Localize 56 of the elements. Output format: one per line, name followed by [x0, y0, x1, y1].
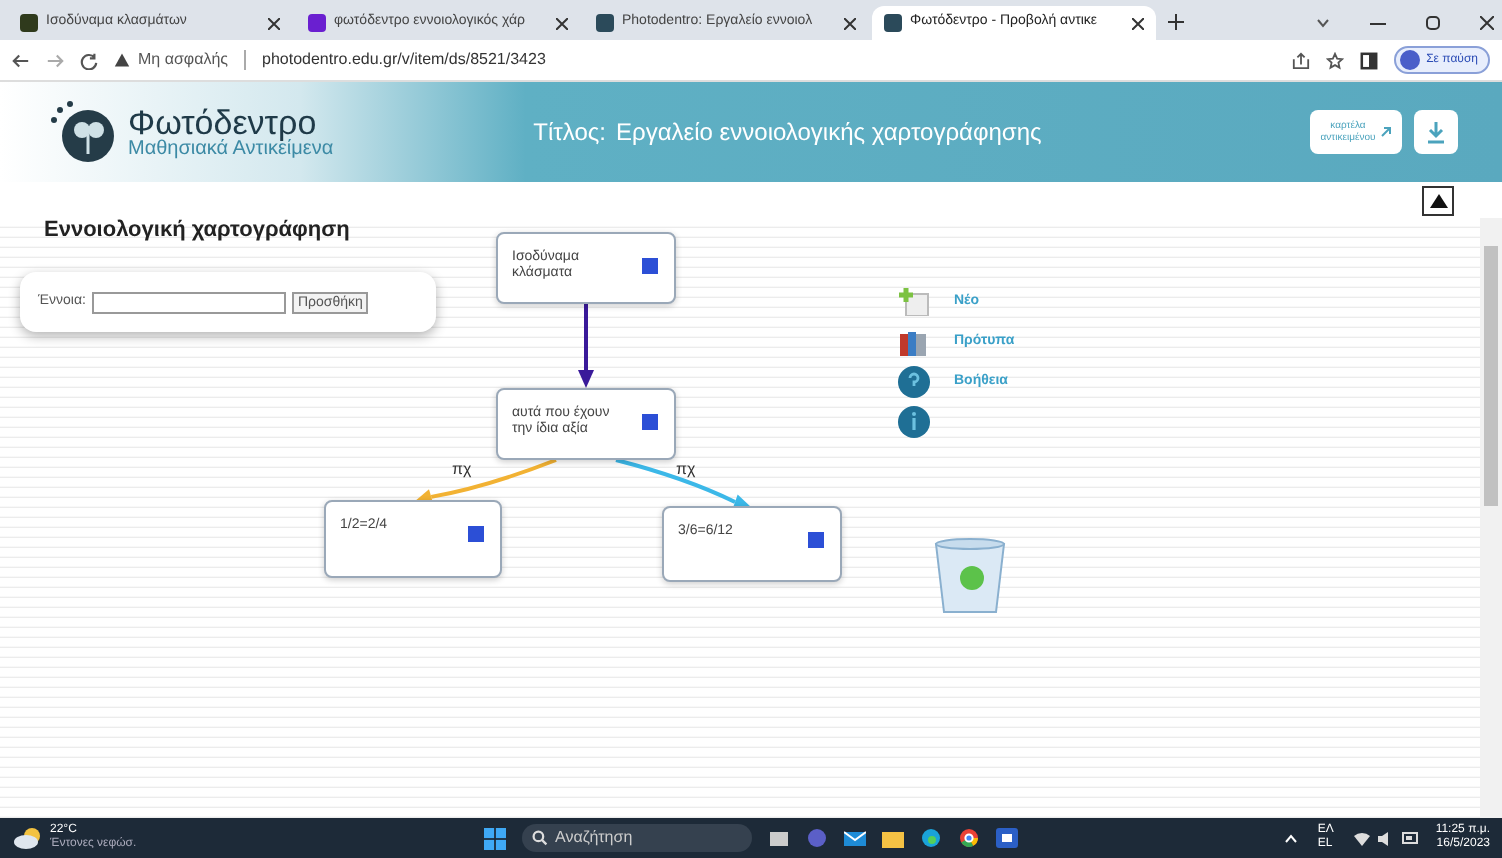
concept-field[interactable] — [91, 291, 286, 313]
minimize-icon[interactable] — [1370, 22, 1386, 26]
back-icon[interactable] — [12, 51, 30, 69]
site-icon — [20, 14, 38, 32]
sidebar-icon[interactable] — [1360, 51, 1379, 69]
node-handle[interactable] — [468, 526, 484, 542]
download-button[interactable] — [1414, 110, 1458, 154]
node-handle[interactable] — [808, 532, 824, 548]
chevron-up-icon[interactable] — [1283, 833, 1298, 843]
star-icon[interactable] — [1326, 51, 1345, 69]
security-label: Μη ασφαλής — [138, 48, 229, 72]
task-view-icon[interactable] — [767, 828, 789, 848]
chat-icon[interactable] — [805, 828, 827, 848]
start-icon[interactable] — [483, 827, 505, 849]
warning-icon[interactable] — [114, 52, 130, 68]
url-text[interactable]: photodentro.edu.gr/v/item/ds/8521/3423 — [262, 48, 1277, 72]
wifi-icon[interactable] — [1353, 831, 1370, 845]
scrollbar[interactable] — [1480, 218, 1502, 818]
logo-subtitle: Μαθησιακά Αντικείμενα — [128, 139, 334, 159]
collapse-button[interactable] — [1422, 186, 1454, 216]
site-icon — [308, 14, 326, 32]
speaker-icon[interactable] — [1377, 831, 1394, 845]
search-icon — [531, 830, 547, 846]
restore-icon[interactable] — [1426, 16, 1440, 30]
node-handle[interactable] — [642, 414, 658, 430]
battery-icon[interactable] — [1401, 832, 1420, 844]
tool-heading: Εννοιολογική χαρτογράφηση — [44, 216, 350, 246]
close-icon[interactable] — [556, 17, 568, 29]
link-label: πχ — [676, 462, 696, 478]
site-icon — [596, 14, 614, 32]
chrome-icon[interactable] — [957, 828, 979, 848]
triangle-up-icon — [1429, 194, 1447, 208]
reload-icon[interactable] — [80, 51, 98, 69]
download-icon — [1424, 120, 1448, 144]
link-label: πχ — [452, 462, 472, 478]
new-tab-icon[interactable] — [1168, 14, 1184, 30]
chevron-down-icon[interactable] — [1316, 18, 1330, 28]
external-link-icon — [1379, 126, 1392, 138]
weather-icon[interactable] — [12, 826, 44, 850]
mail-icon[interactable] — [843, 828, 865, 848]
books-icon[interactable] — [898, 328, 930, 356]
close-icon[interactable] — [268, 17, 280, 29]
site-icon — [884, 14, 902, 32]
title-label: Τίτλος: — [533, 116, 606, 150]
taskbar-search[interactable]: Αναζήτηση — [521, 824, 751, 852]
logo-title: Φωτόδεντρο — [128, 105, 317, 139]
info-icon[interactable] — [898, 406, 930, 438]
close-icon[interactable] — [844, 17, 856, 29]
help-icon[interactable] — [898, 366, 930, 398]
close-icon[interactable] — [1132, 17, 1144, 29]
page-title: Εργαλείο εννοιολογικής χαρτογράφησης — [616, 116, 1042, 150]
close-icon[interactable] — [1480, 16, 1494, 30]
avatar-icon — [1400, 50, 1421, 70]
folder-icon[interactable] — [881, 828, 903, 848]
share-icon[interactable] — [1292, 51, 1311, 69]
node-handle[interactable] — [642, 258, 658, 274]
